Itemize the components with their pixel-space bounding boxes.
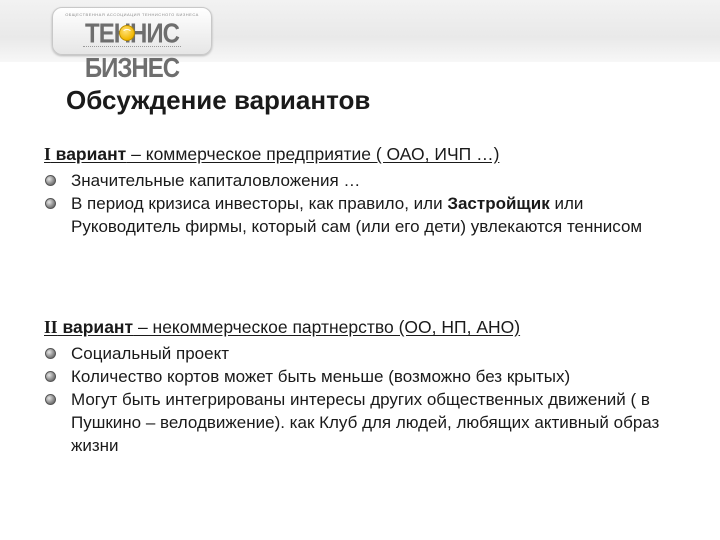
list-item-text: Социальный проект bbox=[71, 344, 230, 363]
section-label: вариант bbox=[50, 144, 127, 164]
section-numeral: II bbox=[44, 317, 58, 337]
list-item: Могут быть интегрированы интересы других… bbox=[44, 388, 694, 457]
page-title: Обсуждение вариантов bbox=[66, 85, 371, 115]
section-heading: I вариант – коммерческое предприятие ( О… bbox=[44, 143, 694, 165]
bullet-icon bbox=[45, 371, 56, 382]
header-band: ОБЩЕСТВЕННАЯ АССОЦИАЦИЯ ТЕННИСНОГО БИЗНЕ… bbox=[0, 0, 720, 84]
list-item: Социальный проект bbox=[44, 342, 694, 365]
section-variant-1: I вариант – коммерческое предприятие ( О… bbox=[44, 143, 694, 238]
section-numeral: I bbox=[44, 144, 51, 164]
bullet-icon bbox=[45, 348, 56, 359]
logo-divider bbox=[83, 46, 181, 50]
logo: ОБЩЕСТВЕННАЯ АССОЦИАЦИЯ ТЕННИСНОГО БИЗНЕ… bbox=[52, 7, 212, 84]
section-label: вариант bbox=[57, 317, 134, 337]
bullet-icon bbox=[45, 198, 56, 209]
bullet-icon bbox=[45, 394, 56, 405]
section-description: – некоммерческое партнерство (ОО, НП, АН… bbox=[133, 317, 521, 337]
list-item-emphasis: Застройщик bbox=[447, 194, 550, 213]
section-heading: II вариант – некоммерческое партнерство … bbox=[44, 316, 694, 338]
list-item: В период кризиса инвесторы, как правило,… bbox=[44, 192, 694, 238]
list-item: Значительные капиталовложения … bbox=[44, 169, 694, 192]
bullet-icon bbox=[45, 175, 56, 186]
list-item-text: Могут быть интегрированы интересы других… bbox=[71, 390, 660, 455]
bullet-list: Значительные капиталовложения … В период… bbox=[44, 169, 694, 238]
list-item: Количество кортов может быть меньше (воз… bbox=[44, 365, 694, 388]
list-item-text: В период кризиса инвесторы, как правило,… bbox=[71, 194, 448, 213]
list-item-text: Значительные капиталовложения … bbox=[71, 171, 361, 190]
bullet-list: Социальный проект Количество кортов може… bbox=[44, 342, 694, 457]
tennis-ball-icon bbox=[119, 25, 135, 41]
section-variant-2: II вариант – некоммерческое партнерство … bbox=[44, 316, 694, 457]
section-description: – коммерческое предприятие ( ОАО, ИЧП …) bbox=[126, 144, 500, 164]
list-item-text: Количество кортов может быть меньше (воз… bbox=[71, 367, 571, 386]
